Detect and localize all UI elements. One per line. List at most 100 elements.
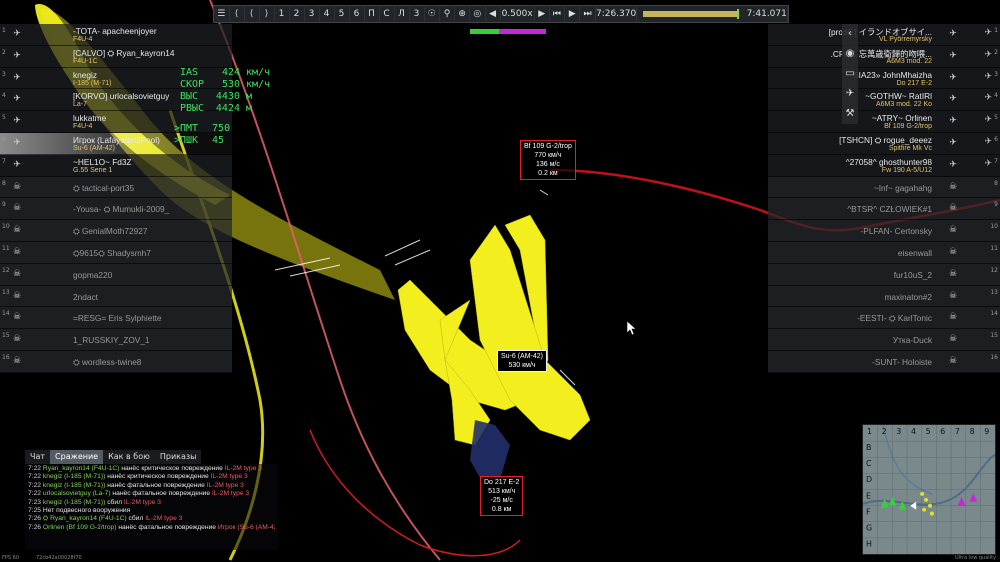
player-row[interactable]: 13 ☠ 2ndact <box>0 285 232 308</box>
player-row[interactable]: 11 ☠ eisenwall <box>768 241 1000 264</box>
player-row[interactable]: 10 ☠ -PLFAN- Certonsky <box>768 220 1000 242</box>
minimap[interactable]: 1 2 3 4 5 6 7 8 9 BCDEFGH <box>862 424 996 555</box>
skip-start-icon[interactable]: ⏮ <box>550 5 566 23</box>
status-icon: ✈ <box>984 115 992 126</box>
player-row[interactable]: 11 ☠ ⛭9615⛭ Shadysmh7 <box>0 241 232 264</box>
player-row[interactable]: 4 ✈ ~GOTHW~ RatIRl A6M3 mod. 22 Ko ✈ <box>768 89 1000 112</box>
player-row[interactable]: 1 ✈ -TOTA- apacheenjoyer F4U-4 <box>0 24 232 46</box>
player-row[interactable]: 7 ✈ ~HEL1O~ Fd3Z G.55 Serie 1 <box>0 154 232 177</box>
skip-end-icon[interactable]: ⏭ <box>580 5 596 23</box>
replay-timeline[interactable] <box>643 9 741 19</box>
player-vehicle: La-7 <box>73 101 88 109</box>
player-row[interactable]: 2 ✈ [CALVO] ⛭ Ryan_kayron14 F4U-1C <box>0 45 232 68</box>
player-row[interactable]: 7 ✈ ^27058^ ghosthunter98 Fw 190 A-5/U12 ✈ <box>768 154 1000 177</box>
slow-down-icon[interactable]: ◀ <box>486 5 501 23</box>
player-row[interactable]: 5 ✈ ~ATRY~ Orlinen Bf 109 G-2/trop ✈ <box>768 111 1000 133</box>
camera-icon[interactable]: ◉ <box>842 44 858 64</box>
player-row[interactable]: 8 ☠ ⛭ tactical-port35 <box>0 176 232 199</box>
skull-icon: ☠ <box>12 246 22 257</box>
wrench-icon[interactable]: ⚒ <box>842 104 858 124</box>
collapse-icon[interactable]: ‹ <box>842 24 858 44</box>
minimap-col-label: 7 <box>955 427 960 436</box>
camera-btn-4[interactable]: 4 <box>320 5 335 23</box>
camera-btn-1[interactable]: 1 <box>275 5 290 23</box>
list-icon[interactable]: ▭ <box>842 64 858 84</box>
camera-btn-p[interactable]: П <box>365 5 380 23</box>
player-row[interactable]: 14 ☠ =RESG= Eris Sylphiette <box>0 307 232 330</box>
green-team-score <box>470 29 499 34</box>
mouse-cursor <box>627 321 637 335</box>
player-name: -PLFAN- Certonsky <box>860 226 932 237</box>
marker-icon[interactable]: ⚲ <box>440 5 456 23</box>
player-vehicle: Fw 190 A-5/U12 <box>881 166 932 174</box>
player-row[interactable]: 3 ✈ BIA23» JohnMhaizha Do 217 E-2 ✈ <box>768 67 1000 90</box>
player-row[interactable]: 16 ☠ ⛭ wordless-twine8 <box>0 350 232 373</box>
player-row[interactable]: 14 ☠ -EESTI- ⛭ KarlTonic <box>768 307 1000 330</box>
minimap-unit-dot <box>924 497 929 502</box>
camera-settings-icon[interactable]: ◎ <box>470 5 486 23</box>
tab-chat[interactable]: Чат <box>25 450 51 464</box>
aircraft-icon: ✈ <box>949 94 957 105</box>
replay-menu-icon[interactable]: ☰ <box>214 5 230 23</box>
player-row[interactable]: 12 ☠ fur10uS_2 <box>768 263 1000 286</box>
chat-nm: ⛭ Ryan_kayron14 (F4U-1C) <box>42 515 127 523</box>
chat-msg: нанёс критическое повреждение <box>121 465 223 472</box>
replay-btn-0[interactable]: ⟨ <box>230 5 245 23</box>
minimap-row-label: B <box>866 443 871 452</box>
tab-realistic[interactable]: Как в бою <box>103 450 155 464</box>
tab-battle[interactable]: Сражение <box>50 450 104 464</box>
camera-btn-2[interactable]: 2 <box>290 5 305 23</box>
minimap-row-label: D <box>866 475 872 484</box>
replay-btn-1[interactable]: ⟨ <box>245 5 260 23</box>
player-name: ~ATRY~ Orlinen <box>871 113 932 124</box>
camera-btn-l[interactable]: Л <box>395 5 410 23</box>
camera-btn-s[interactable]: С <box>380 5 395 23</box>
skull-icon: ☠ <box>948 290 958 301</box>
session-id: 72cb42a00028f70 <box>36 555 82 561</box>
chat-line: 7:23 knegiz (I-185 (M-71)) сбил IL-2M ty… <box>28 499 275 507</box>
player-vehicle: A6M3 mod. 22 Ko <box>875 101 932 109</box>
player-row[interactable]: 15 ☠ 1_RUSSKIY_ZOV_1 <box>0 329 232 351</box>
enemy-marker-do217[interactable]: Do 217 E-2 513 км/ч -25 м/с 0.8 км <box>480 476 524 516</box>
chat-nm: Ryan_kayron14 (F4U-1C) <box>42 465 120 472</box>
enemy-marker-bf109[interactable]: Bf 109 G-2/trop 770 км/ч 136 м/с 0.2 км <box>520 140 576 180</box>
player-row[interactable]: 8 ☠ ~Inf~ gagahahg <box>768 176 1000 199</box>
chat-msg: Нет подвесного вооружения <box>42 507 131 515</box>
play-icon[interactable]: ▶ <box>565 5 581 23</box>
camera-btn-6[interactable]: 6 <box>350 5 365 23</box>
aircraft-icon: ✈ <box>949 137 957 148</box>
hud-speed: СКОР 530 км/ч <box>180 79 271 90</box>
player-rank: 4 <box>2 92 6 100</box>
replay-btn-2[interactable]: ⟩ <box>260 5 275 23</box>
status-icon: ✈ <box>984 28 992 38</box>
player-row[interactable]: 9 ☠ ^BTSR^ CZŁOWIEK#1 <box>768 198 1000 221</box>
player-vehicle: A6M3 mod. 22 <box>886 57 932 65</box>
player-row[interactable]: 16 ☠ -SUNT- Holoiste <box>768 350 1000 373</box>
player-row[interactable]: 15 ☠ Утка-Duck <box>768 329 1000 351</box>
player-row[interactable]: 6 ✈ [TSHCN] ⛭ rogue_deeez Spitfire Mk Vc ✈ <box>768 132 1000 155</box>
player-row[interactable]: 2 ✈ .CPCC 忘萬歳衛歸的吻喂... A6M3 mod. 22 ✈ <box>768 45 1000 68</box>
tab-orders[interactable]: Приказы <box>154 450 202 464</box>
aircraft-icon[interactable]: ✈ <box>842 84 858 104</box>
player-row[interactable]: 1 ✈ [prodG] イランドオブサイ... VL Pyörremyrsky ✈ <box>768 24 1000 46</box>
player-name: fur10uS_2 <box>893 269 932 280</box>
minimap-row-label: C <box>866 459 872 468</box>
camera-btn-z[interactable]: 3 <box>410 5 425 23</box>
player-row[interactable]: 10 ☠ ⛭ GenialMoth72927 <box>0 220 232 242</box>
player-name: eisenwall <box>897 247 932 258</box>
camera-btn-5[interactable]: 5 <box>335 5 350 23</box>
player-row[interactable]: 12 ☠ gopma220 <box>0 263 232 286</box>
chat-nm: urlocalsovietguy (La-7) <box>42 490 111 498</box>
player-row[interactable]: 9 ☠ -Yousa- ⛭ Mumukli-2009_ <box>0 198 232 221</box>
camera-btn-3[interactable]: 3 <box>305 5 320 23</box>
replay-timeline-handle[interactable] <box>737 9 740 19</box>
crosshair-icon[interactable]: ⊕ <box>455 5 471 23</box>
chat-panel: Чат Сражение Как в бою Приказы 7:22 Ryan… <box>25 450 278 550</box>
info-icon[interactable]: ☉ <box>425 5 441 23</box>
speed-up-icon[interactable]: ▶ <box>535 5 550 23</box>
player-row[interactable]: 13 ☠ maxinaton#2 <box>768 285 1000 308</box>
team-score-bar <box>470 29 546 34</box>
aircraft-icon: ✈ <box>13 159 21 170</box>
chat-t: 7:23 <box>28 498 42 506</box>
chat-msg: сбил <box>107 498 122 506</box>
